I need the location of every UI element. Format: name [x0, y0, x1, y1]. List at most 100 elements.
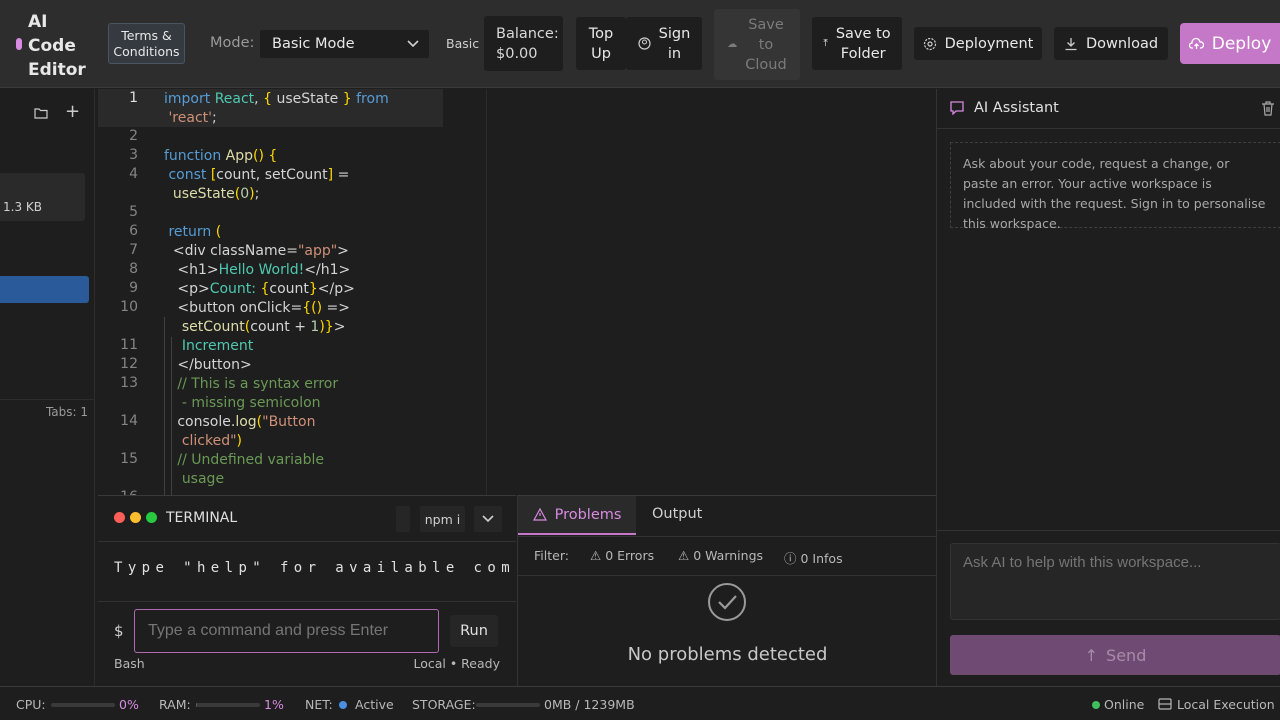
file-item-selected[interactable] [0, 276, 89, 303]
ai-title: AI Assistant [974, 100, 1059, 116]
open-folder-icon[interactable] [34, 107, 48, 119]
code-text: return ( [168, 224, 222, 240]
problems-divider [518, 575, 937, 576]
ram-value: 1% [264, 697, 284, 712]
filter-label: Filter: [534, 548, 569, 563]
app-title-line-1: AI [28, 12, 48, 32]
balance-label: Balance: [496, 26, 559, 42]
minimize-dot-icon [130, 512, 141, 523]
ai-prompt-input[interactable] [950, 543, 1280, 620]
line-number: 1 [129, 90, 138, 106]
send-button[interactable]: ↑ Send [950, 635, 1280, 675]
indent-guide [164, 317, 165, 495]
net-status-dot-icon [339, 701, 347, 709]
check-circle-icon [708, 583, 746, 621]
script-select[interactable]: npm i [420, 506, 465, 532]
online-label: Online [1104, 697, 1145, 712]
code-text: </button> [164, 357, 252, 373]
deploy-button[interactable]: Deploy [1180, 23, 1280, 64]
save-to-folder-label: Save to Folder [835, 25, 891, 62]
line-number: 14 [120, 413, 138, 429]
server-icon [1158, 698, 1172, 710]
cloud-icon: ☁ [727, 38, 738, 50]
file-size: 1.3 KB [3, 200, 42, 214]
script-dropdown-button[interactable] [474, 506, 502, 532]
ai-divider [937, 128, 1280, 129]
no-problems-message: No problems detected [627, 644, 828, 665]
add-file-icon[interactable]: + [65, 101, 80, 122]
net-value: Active [355, 697, 394, 712]
ai-assistant-panel: AI Assistant Ask about your code, reques… [936, 89, 1280, 686]
cpu-meter [51, 703, 115, 707]
mode-select[interactable]: Basic Mode [260, 30, 429, 58]
filter-infos[interactable]: ⓘ 0 Infos [784, 548, 843, 567]
code-text: <p>Count: {count}</p> [164, 281, 355, 297]
deploy-label: Deploy [1211, 33, 1272, 54]
tab-problems[interactable]: Problems [518, 496, 636, 535]
warning-icon [532, 508, 547, 521]
code-text: console.log("Button clicked") [164, 414, 316, 449]
online-dot-icon [1092, 701, 1100, 709]
balance-box: Balance: $0.00 [484, 16, 563, 71]
user-icon [638, 37, 651, 50]
code-editor[interactable]: 1 import React, { useState } from 'react'… [98, 89, 485, 495]
filter-errors[interactable]: ⚠ 0 Errors [590, 548, 654, 563]
top-bar: AI Code Editor Terms & Conditions Mode: … [0, 0, 1280, 88]
errors-count: 0 Errors [605, 548, 655, 563]
terminal-title: TERMINAL [166, 510, 238, 526]
infos-count: 0 Infos [800, 551, 843, 566]
sign-in-button[interactable]: Sign in [626, 17, 702, 70]
sign-in-label: Sign in [658, 25, 691, 62]
terminal-divider [98, 601, 516, 602]
problems-panel: Problems Output Filter: ⚠ 0 Errors ⚠ 0 W… [517, 495, 937, 686]
app-title: AI Code Editor [28, 10, 86, 82]
save-to-cloud-label: Save to Cloud [745, 16, 787, 73]
mode-label: Mode: [210, 35, 255, 51]
code-text: <h1>Hello World!</h1> [164, 262, 351, 278]
error-icon: ⚠ [590, 548, 606, 563]
execution-mode: Local Execution [1177, 697, 1275, 712]
tab-output[interactable]: Output [652, 506, 702, 522]
code-text: function App() { [164, 148, 278, 164]
tab-problems-label: Problems [554, 506, 622, 523]
trash-icon[interactable] [1261, 101, 1275, 116]
line-number: 6 [129, 223, 138, 239]
terms-button[interactable]: Terms & Conditions [108, 23, 185, 64]
brand-dot [16, 38, 22, 50]
storage-meter [476, 703, 540, 707]
line-number: 15 [120, 451, 138, 467]
line-number: 3 [129, 147, 138, 163]
download-button[interactable]: Download [1054, 27, 1168, 60]
chevron-down-icon [482, 515, 494, 523]
indent-guide [171, 337, 172, 495]
line-number: 13 [120, 375, 138, 391]
gear-icon [923, 37, 936, 50]
line-number: 11 [120, 337, 138, 353]
code-text: <button onClick={() => setCount(count + … [164, 300, 351, 335]
deployment-label: Deployment [944, 35, 1034, 52]
deployment-button[interactable]: Deployment [914, 27, 1042, 60]
cloud-upload-icon [1188, 37, 1204, 49]
warning-icon: ⚠ [678, 548, 694, 563]
code-text: <div className="app"> [164, 243, 349, 259]
editor-empty-area [486, 89, 936, 495]
shell-name: Bash [114, 656, 145, 671]
terminal-panel: TERMINAL npm i Type "help" for available… [98, 495, 516, 686]
code-text: // Undefined variable usage [177, 452, 324, 487]
line-number: 12 [120, 356, 138, 372]
save-to-cloud-button[interactable]: ☁ Save to Cloud [714, 9, 800, 80]
problems-divider [518, 536, 937, 537]
chevron-down-icon [407, 40, 419, 48]
ai-hint: Ask about your code, request a change, o… [950, 142, 1280, 231]
file-item[interactable]: 1.3 KB [0, 173, 85, 221]
top-up-button[interactable]: Top Up [576, 17, 626, 70]
terminal-status: Local • Ready [413, 656, 500, 671]
arrow-up-icon: ↑ [1084, 645, 1099, 665]
warnings-count: 0 Warnings [693, 548, 764, 563]
save-to-folder-button[interactable]: ⤒ Save to Folder [812, 17, 902, 70]
chat-icon [950, 101, 964, 115]
run-button[interactable]: Run [450, 615, 498, 647]
app-title-line-3: Editor [28, 60, 86, 80]
terminal-command-input[interactable] [134, 609, 439, 653]
filter-warnings[interactable]: ⚠ 0 Warnings [678, 548, 763, 563]
